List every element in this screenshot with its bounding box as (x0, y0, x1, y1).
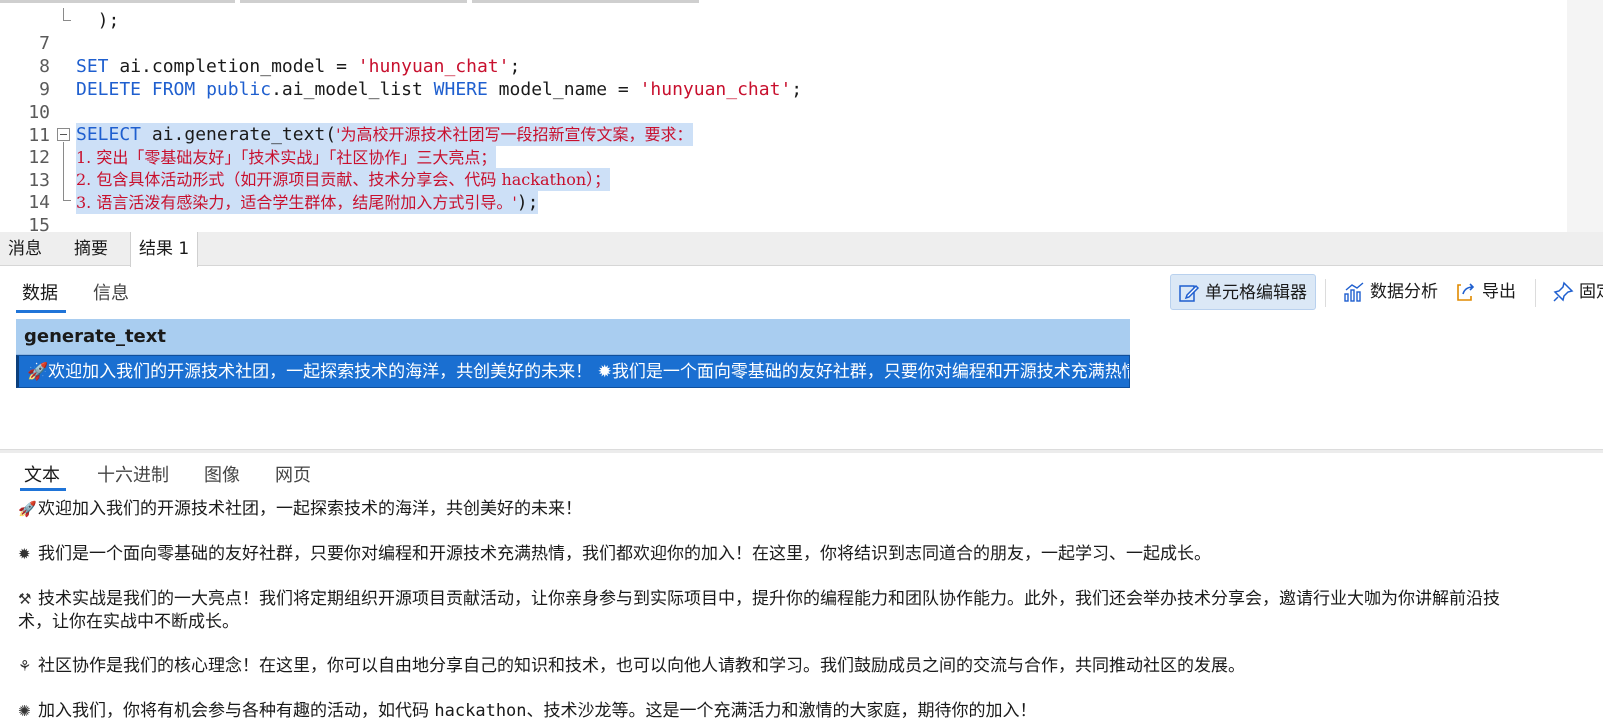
active-tab-indicator (16, 310, 66, 313)
code-line: 11 (0, 101, 1603, 146)
code-text: SELECT ai.generate_text('为高校开源技术社团写一段招新宣… (76, 123, 693, 146)
paragraph: ⚒ 技术实战是我们的一大亮点！我们将定期组织开源项目贡献活动，让你亲身参与到实际项… (18, 589, 1500, 632)
code-line: 7 ); (0, 9, 1603, 54)
party-icon: ✺ (18, 702, 31, 720)
tab-data[interactable]: 数据 (22, 279, 58, 305)
rocket-icon: 🚀 (18, 500, 37, 518)
tab-web[interactable]: 网页 (275, 461, 311, 487)
fold-line (63, 8, 64, 20)
code-text: 2. 包含具体活动形式（如开源项目贡献、技术分享会、代码 hackathon）； (76, 168, 611, 191)
code-line: 12 SELECT ai.generate_text('为高校开源技术社团写一段… (0, 123, 1603, 168)
top-tab-strip (0, 0, 720, 3)
table-cell-selected[interactable]: 🚀欢迎加入我们的开源技术社团，一起探索技术的海洋，共创美好的未来！ ✹我们是一个… (16, 355, 1130, 388)
handshake-icon: ⚘ (18, 657, 32, 675)
panel-splitter[interactable] (0, 449, 1603, 453)
tab-result-1[interactable]: 结果 1 (130, 232, 199, 267)
code-text: 1. 突出「零基础友好」「技术实战」「社区协作」三大亮点； (76, 146, 497, 169)
cell-editor-button[interactable]: 单元格编辑器 (1170, 274, 1316, 310)
result-panel-tabs: 消息 摘要 结果 1 (0, 232, 1603, 267)
sql-editor[interactable]: 7 ); 8 9 SET ai.completion_model = 'huny… (0, 0, 1603, 232)
code-line: 15 3. 语言活泼有感染力，适合学生群体，结尾附加入方式引导。'); (0, 191, 1603, 232)
code-line: 13 1. 突出「零基础友好」「技术实战」「社区协作」三大亮点； (0, 146, 1603, 191)
fold-toggle-icon[interactable] (57, 128, 70, 141)
tools-icon: ⚒ (18, 590, 32, 608)
editor-scrollbar[interactable] (1567, 0, 1603, 232)
code-line: 16 (0, 214, 1603, 232)
sparkle-icon: ✹ (18, 545, 31, 563)
code-line: 14 2. 包含具体活动形式（如开源项目贡献、技术分享会、代码 hackatho… (0, 168, 1603, 213)
data-analysis-label: 数据分析 (1370, 282, 1438, 302)
code-text: SET ai.completion_model = 'hunyuan_chat'… (76, 56, 521, 77)
export-button[interactable]: 导出 (1448, 274, 1516, 310)
code-text: 3. 语言活泼有感染力，适合学生群体，结尾附加入方式引导。'); (76, 191, 539, 214)
export-icon (1457, 283, 1475, 301)
code-text: ); (76, 10, 120, 31)
tab-messages[interactable]: 消息 (0, 232, 50, 266)
toolbar-divider (1535, 279, 1536, 307)
cell-editor-label: 单元格编辑器 (1205, 283, 1307, 303)
chart-icon (1344, 282, 1364, 302)
pin-label: 固定 (1579, 282, 1603, 302)
edit-icon (1179, 284, 1200, 302)
active-tab-indicator (20, 488, 66, 491)
cell-viewer-tabs: 文本 十六进制 图像 网页 (0, 455, 1603, 491)
tab-text[interactable]: 文本 (24, 461, 60, 487)
code-text: DELETE FROM public.ai_model_list WHERE m… (76, 79, 803, 100)
paragraph: ⚘ 社区协作是我们的核心理念！在这里，你可以自由地分享自己的知识和技术，也可以向他… (18, 656, 1245, 676)
tab-image[interactable]: 图像 (204, 461, 240, 487)
code-line: 10 DELETE FROM public.ai_model_list WHER… (0, 78, 1603, 123)
toolbar-divider (1325, 279, 1326, 307)
code-line: 9 SET ai.completion_model = 'hunyuan_cha… (0, 55, 1603, 100)
pin-icon (1553, 281, 1574, 302)
fold-end-marker (63, 20, 71, 21)
result-toolbar: 数据 信息 单元格编辑器 数据分析 导出 固定 (0, 267, 1603, 317)
pin-button[interactable]: 固定 (1545, 274, 1603, 310)
tab-info[interactable]: 信息 (93, 279, 129, 305)
paragraph: ✹ 我们是一个面向零基础的友好社群，只要你对编程和开源技术充满热情，我们都欢迎你的… (18, 544, 1211, 564)
export-label: 导出 (1482, 282, 1516, 302)
data-analysis-button[interactable]: 数据分析 (1336, 274, 1438, 310)
code-line: 8 (0, 32, 1603, 77)
tab-summary[interactable]: 摘要 (66, 232, 116, 266)
paragraph: 🚀欢迎加入我们的开源技术社团，一起探索技术的海洋，共创美好的未来！ (18, 499, 582, 519)
paragraph: ✺ 加入我们，你将有机会参与各种有趣的活动，如代码 hackathon、技术沙龙等… (18, 701, 1037, 721)
column-header-generate-text[interactable]: generate_text (16, 319, 1130, 355)
tab-hex[interactable]: 十六进制 (97, 461, 169, 487)
result-grid: generate_text 🚀欢迎加入我们的开源技术社团，一起探索技术的海洋，共… (16, 319, 1130, 388)
